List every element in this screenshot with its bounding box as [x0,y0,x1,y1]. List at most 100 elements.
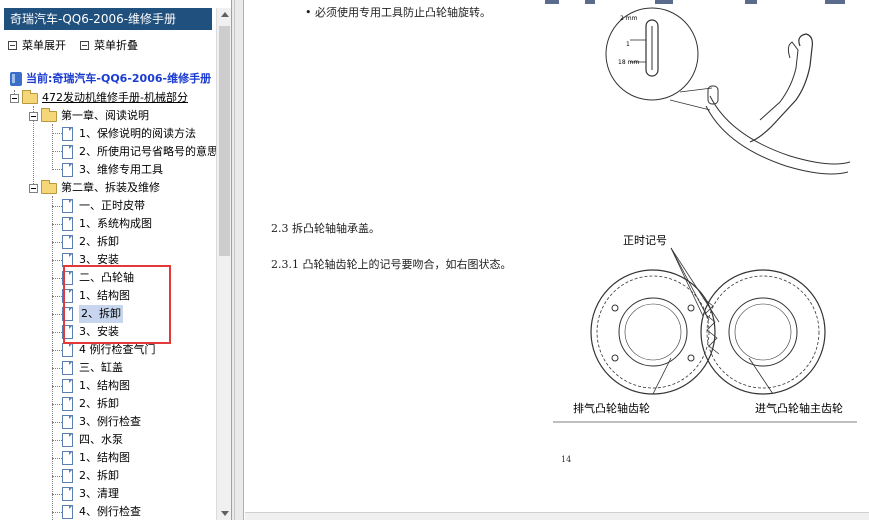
document-icon [62,163,73,177]
tree-leaf-label: 2、拆卸 [79,397,119,410]
book-icon [10,72,22,86]
tree-node-root[interactable]: 472发动机维修手册-机械部分 [10,89,188,107]
expand-icon [8,40,17,50]
sidebar: 奇瑞汽车-QQ6-2006-维修手册 菜单展开 菜单折叠 当前:奇瑞汽车-QQ6… [0,0,232,520]
collapse-toggle-icon[interactable] [29,111,38,121]
collapse-toggle-icon[interactable] [10,93,19,103]
tree-leaf-label: 3、安装 [79,253,119,266]
document-icon [62,325,73,339]
document-icon [62,217,73,231]
tree-leaf[interactable]: 3、安装 [62,251,119,269]
tree-node-chapter-2[interactable]: 第二章、拆装及维修 [29,179,160,197]
expand-menu-label: 菜单展开 [22,39,66,52]
document-icon [62,469,73,483]
dim-bottom-label: 18 mm [618,59,639,66]
pane-splitter[interactable] [232,0,244,520]
top-toolbar-strip [545,0,869,4]
tree-leaf[interactable]: 1、保修说明的阅读方法 [62,125,196,143]
document-icon [62,235,73,249]
tree-leaf[interactable]: 2、拆卸 [62,467,119,485]
tree-leaf[interactable]: 3、例行检查 [62,413,141,431]
tree-leaf[interactable]: 1、结构图 [62,377,130,395]
camshaft-gears-figure: 正时记号 排气凸轮轴齿轮 进气凸轮轴主齿轮 [553,234,857,423]
tree-leaf[interactable]: 一、正时皮带 [62,197,145,215]
document-icon [62,271,73,285]
document-icon [62,127,73,141]
step-2-3: 2.3 拆凸轮轴轴承盖。 [271,222,380,235]
document-icon [62,343,73,357]
toc-tree: 当前:奇瑞汽车-QQ6-2006-维修手册 472发动机维修手册-机械部分 第一… [0,70,216,520]
sidebar-scrollbar[interactable] [216,8,231,520]
tree-leaf[interactable]: 3、安装 [62,323,119,341]
tree-leaf[interactable]: 3、清理 [62,485,119,503]
tree-leaf-label: 四、水泵 [79,433,123,446]
note-line: • 必须使用专用工具防止凸轮轴旋转。 [305,6,491,19]
collapse-toggle-icon[interactable] [29,183,38,193]
tree-leaf-label: 一、正时皮带 [79,199,145,212]
tree-leaf-label: 2、拆卸 [79,235,119,248]
tree-node-chapter-2-label: 第二章、拆装及维修 [61,181,160,194]
tree-leaf[interactable]: 4、例行检查 [62,503,141,520]
tree-node-chapter-1[interactable]: 第一章、阅读说明 [29,107,149,125]
tree-leaf[interactable]: 三、缸盖 [62,359,123,377]
tree-leaf-label: 三、缸盖 [79,361,123,374]
folder-open-icon [41,179,57,194]
tree-leaf-label: 3、维修专用工具 [79,163,163,176]
tree-leaf[interactable]: 2、拆卸 [62,395,119,413]
tree-leaf-label: 2、拆卸 [79,305,123,323]
tree-leaf[interactable]: 二、凸轮轴 [62,269,134,287]
document-icon [62,307,73,321]
expand-menu-button[interactable]: 菜单展开 [8,37,66,53]
document-icon [62,379,73,393]
page-number: 14 [561,455,572,464]
collapse-icon [80,40,89,50]
document-icon [62,487,73,501]
tree-leaf[interactable]: 四、水泵 [62,431,123,449]
tree-leaf-label: 2、所使用记号省略号的意思 [79,145,216,158]
tree-leaf-label: 1、结构图 [79,379,130,392]
tree-leaf[interactable]: 4 例行检查气门 [62,341,156,359]
tree-leaf-label: 二、凸轮轴 [79,271,134,284]
tree-leaf[interactable]: 1、系统构成图 [62,215,152,233]
current-manual-label: 当前:奇瑞汽车-QQ6-2006-维修手册 [26,72,212,85]
folder-open-icon [22,89,38,104]
collapse-menu-label: 菜单折叠 [94,39,138,52]
step-2-3-1: 2.3.1 凸轮轴齿轮上的记号要吻合，如右图状态。 [271,258,512,271]
tree-leaf[interactable]: 2、拆卸 [62,305,123,323]
dim-top-label: 2 mm [620,15,638,22]
tree-leaf-label: 3、安装 [79,325,119,338]
scroll-down-icon[interactable] [221,511,229,516]
document-icon [62,433,73,447]
document-icon [62,199,73,213]
tree-leaf-label: 4 例行检查气门 [79,343,156,356]
tree-leaf[interactable]: 1、结构图 [62,287,130,305]
tree-leaf-label: 1、结构图 [79,451,130,464]
tree-leaf-label: 1、保修说明的阅读方法 [79,127,196,140]
document-icon [62,505,73,519]
sidebar-title: 奇瑞汽车-QQ6-2006-维修手册 [4,8,212,30]
document-icon [62,397,73,411]
document-icon [62,451,73,465]
document-icon [62,145,73,159]
tree-leaf[interactable]: 2、拆卸 [62,233,119,251]
document-icon [62,289,73,303]
tree-leaf-label: 1、系统构成图 [79,217,152,230]
document-icon [62,361,73,375]
document-scrollbar[interactable] [245,512,869,520]
tree-leaf[interactable]: 2、所使用记号省略号的意思 [62,143,216,161]
current-manual-node[interactable]: 当前:奇瑞汽车-QQ6-2006-维修手册 [10,70,211,88]
scroll-up-icon[interactable] [221,12,229,17]
document-pane: • 必须使用专用工具防止凸轮轴旋转。 2 mm 18 mm 1 2.3 拆凸轮轴… [245,0,869,520]
document-icon [62,253,73,267]
tree-leaf-label: 3、清理 [79,487,119,500]
tree-leaf[interactable]: 3、维修专用工具 [62,161,163,179]
tree-leaf-label: 4、例行检查 [79,505,141,518]
marker-label: 1 [626,41,630,48]
tree-leaf[interactable]: 1、结构图 [62,449,130,467]
scrollbar-thumb[interactable] [219,26,230,256]
tree-leaf-label: 3、例行检查 [79,415,141,428]
collapse-menu-button[interactable]: 菜单折叠 [80,37,138,53]
tree-node-root-label: 472发动机维修手册-机械部分 [42,91,188,104]
folder-open-icon [41,107,57,122]
tree-leaf-label: 1、结构图 [79,289,130,302]
